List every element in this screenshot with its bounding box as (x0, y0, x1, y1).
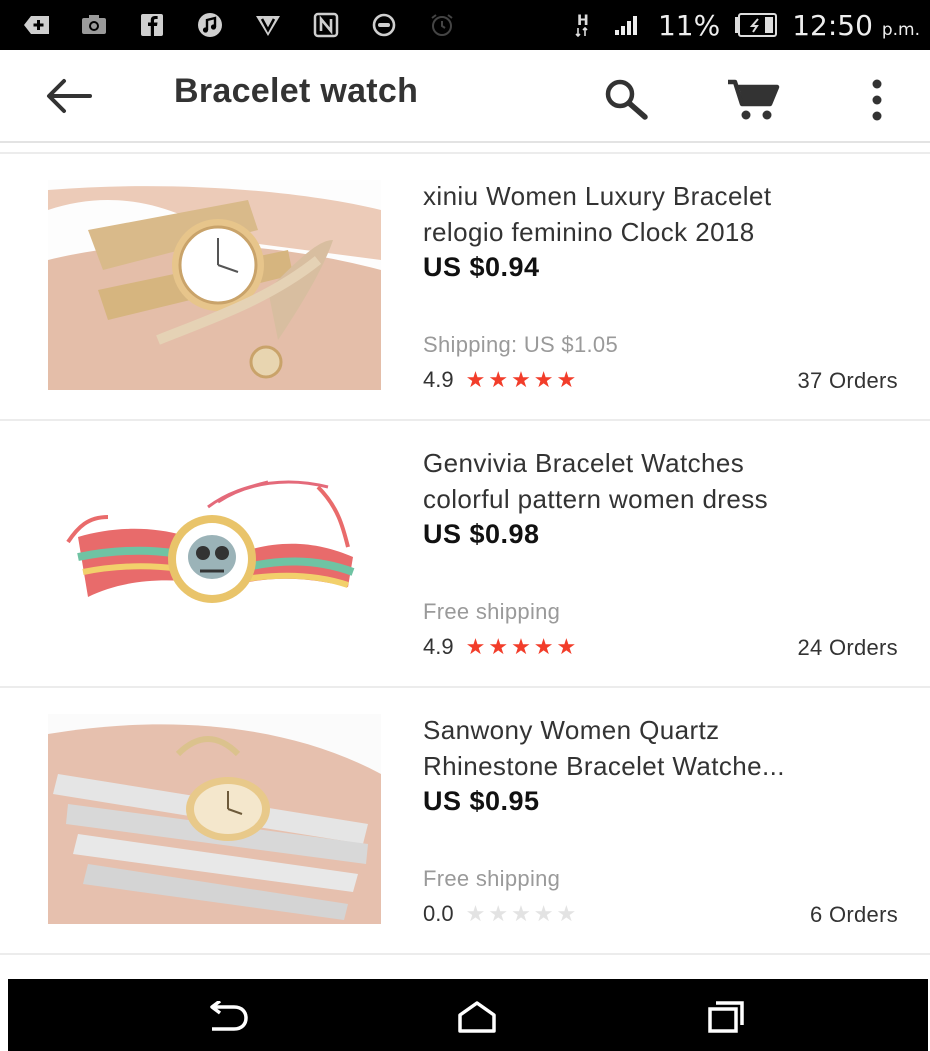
notification-icons (0, 12, 458, 38)
vpn-shield-icon (252, 12, 284, 38)
product-price: US $0.94 (423, 252, 540, 282)
product-image (48, 180, 381, 390)
page-title: Bracelet watch (174, 72, 419, 110)
sync-icon (368, 12, 400, 38)
nav-back-icon (210, 999, 248, 1031)
product-title-line1: xiniu Women Luxury Bracelet (423, 181, 772, 211)
star-icon: ★ (465, 634, 486, 659)
status-bar: H 11% 12:50 p.m. (0, 0, 930, 50)
signal-icon (612, 12, 644, 38)
battery-percent: 11% (657, 8, 721, 42)
battery-icon (734, 12, 778, 38)
star-icon: ★ (465, 901, 486, 926)
search-icon (605, 79, 648, 120)
more-vert-icon (872, 79, 882, 121)
svg-text:H: H (577, 13, 589, 29)
star-icon: ★ (556, 634, 577, 659)
star-icon: ★ (488, 367, 509, 392)
product-title-line2: Rhinestone Bracelet Watche... (423, 751, 785, 781)
product-item[interactable]: xiniu Women Luxury Bracelet relogio femi… (0, 154, 930, 421)
star-icon: ★ (511, 634, 531, 659)
product-orders: 37 Orders (797, 368, 898, 393)
star-icon: ★ (511, 367, 531, 392)
cart-icon (728, 79, 780, 120)
product-title-line1: Sanwony Women Quartz (423, 715, 720, 745)
product-image (48, 714, 381, 924)
app-bar: Bracelet watch (0, 50, 930, 143)
nfc-icon (310, 12, 342, 38)
star-icon: ★ (533, 634, 554, 659)
product-image (48, 447, 381, 657)
nav-recents-button[interactable] (702, 1001, 748, 1033)
more-options-button[interactable] (862, 78, 892, 122)
star-icon: ★ (511, 901, 531, 926)
system-status: H 11% 12:50 p.m. (566, 9, 930, 42)
plus-icon (20, 12, 52, 38)
star-rating: ★ ★ ★ ★ ★ (466, 634, 577, 660)
product-price: US $0.98 (423, 519, 540, 549)
product-shipping: Shipping: US $1.05 (423, 332, 618, 357)
search-button[interactable] (603, 78, 651, 120)
music-icon (194, 12, 226, 38)
product-title-line2: colorful pattern women dress (423, 484, 769, 514)
product-orders: 24 Orders (797, 635, 898, 660)
rating-value: 4.9 (423, 367, 454, 392)
product-shipping: Free shipping (423, 866, 561, 891)
back-button[interactable] (44, 76, 92, 116)
product-rating: 4.9 ★ ★ ★ ★ ★ (423, 367, 576, 393)
star-rating: ★ ★ ★ ★ ★ (466, 901, 577, 927)
clock-suffix: p.m. (881, 19, 920, 40)
star-icon: ★ (465, 367, 486, 392)
product-title-line1: Genvivia Bracelet Watches (423, 448, 745, 478)
clock-time: 12:50 (792, 8, 873, 42)
nav-recents-icon (708, 1001, 744, 1033)
clock: 12:50 p.m. (792, 9, 920, 42)
star-icon: ★ (533, 901, 554, 926)
camera-icon (78, 12, 110, 38)
nav-home-icon (458, 1001, 496, 1033)
alarm-icon (426, 12, 458, 38)
product-item[interactable]: Genvivia Bracelet Watches colorful patte… (0, 421, 930, 688)
rating-value: 4.9 (423, 634, 454, 659)
nav-back-button[interactable] (204, 999, 250, 1033)
product-item[interactable]: Sanwony Women Quartz Rhinestone Bracelet… (0, 688, 930, 955)
nav-home-button[interactable] (454, 1001, 500, 1033)
product-orders: 6 Orders (810, 902, 898, 927)
product-price: US $0.95 (423, 786, 540, 816)
back-arrow-icon (47, 79, 92, 113)
system-nav-bar (8, 979, 928, 1051)
product-shipping: Free shipping (423, 599, 561, 624)
facebook-icon (136, 12, 168, 38)
star-icon: ★ (533, 367, 554, 392)
star-icon: ★ (556, 367, 577, 392)
product-title-line2: relogio feminino Clock 2018 (423, 217, 755, 247)
cart-button[interactable] (726, 78, 780, 122)
star-icon: ★ (488, 634, 509, 659)
rating-value: 0.0 (423, 901, 454, 926)
star-icon: ★ (488, 901, 509, 926)
network-type-icon: H (566, 12, 598, 38)
star-icon: ★ (556, 901, 577, 926)
product-rating: 4.9 ★ ★ ★ ★ ★ (423, 634, 576, 660)
product-rating: 0.0 ★ ★ ★ ★ ★ (423, 901, 576, 927)
star-rating: ★ ★ ★ ★ ★ (466, 367, 577, 393)
